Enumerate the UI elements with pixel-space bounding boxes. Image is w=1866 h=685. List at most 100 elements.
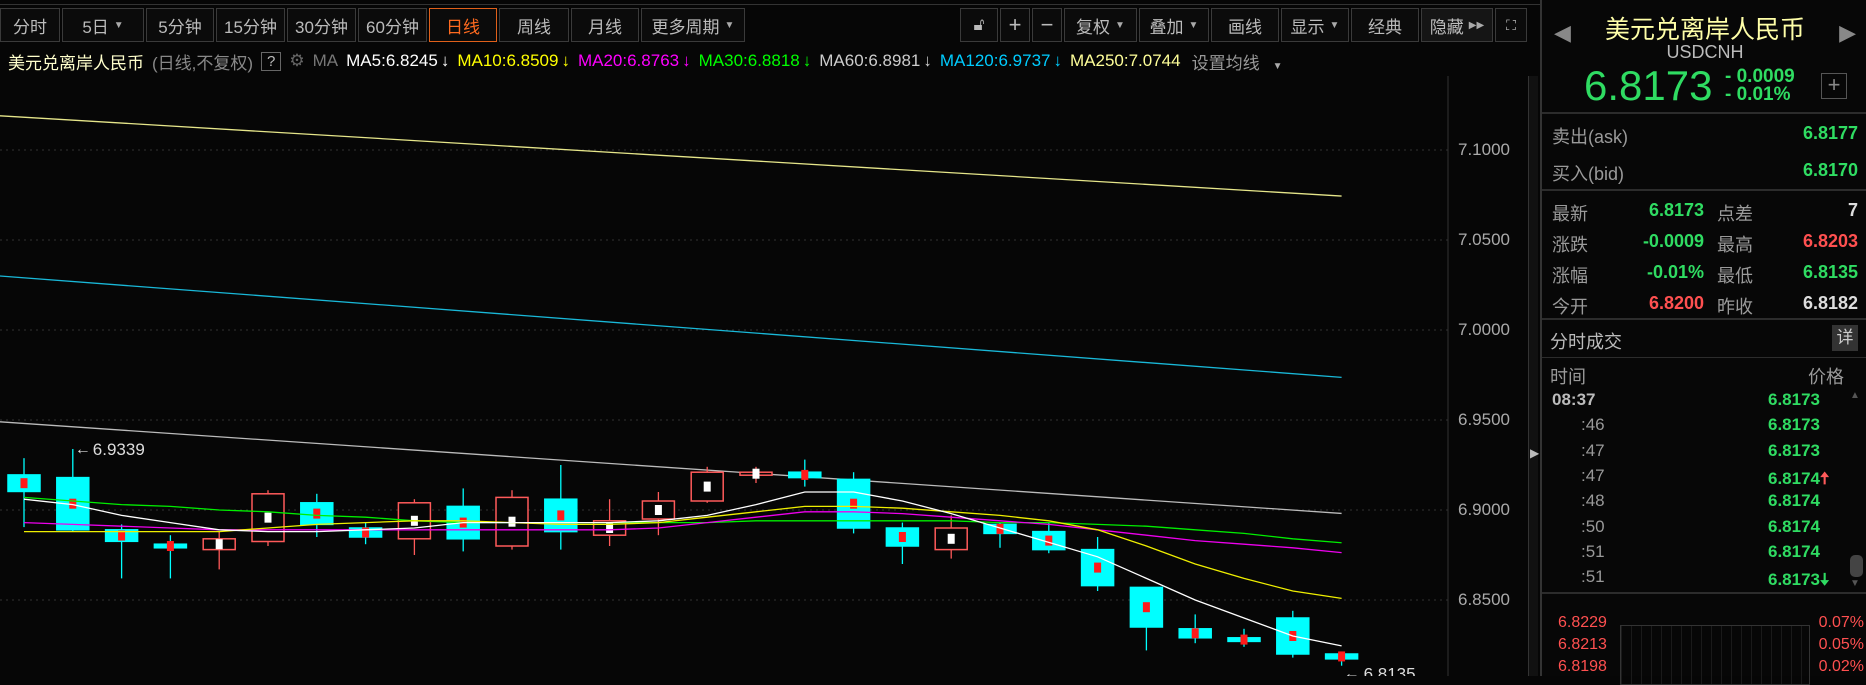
period-tab[interactable]: 月线 [571, 8, 639, 42]
scroll-up-icon[interactable]: ▲ [1850, 390, 1860, 401]
ma-value: MA250:7.0744 [1070, 51, 1184, 71]
ask-label: 卖出(ask) [1552, 127, 1628, 147]
fullscreen-button[interactable]: ⛶ [1495, 8, 1527, 42]
classic-button[interactable]: 经典 [1351, 8, 1419, 42]
double-chevron-right-icon: ▶▶ [1468, 19, 1485, 31]
draw-button[interactable]: 画线 [1211, 8, 1279, 42]
caret-down-icon: ▼ [724, 19, 735, 31]
divider [1542, 357, 1866, 358]
tick-price-value: 6.8174 [1768, 516, 1820, 536]
high-price-label: 6.9339 [93, 440, 145, 459]
caret-down-icon: ▼ [1329, 19, 1340, 31]
tick-time: :51 [1581, 541, 1605, 561]
period-tab[interactable]: 5日 ▼ [62, 8, 144, 42]
period-tab-label: 周线 [517, 17, 551, 37]
candle-marker [1142, 602, 1150, 613]
col-price-header: 价格 [1808, 367, 1844, 387]
lock-button[interactable]: 🔓︎ [960, 8, 998, 42]
ticks-scrollbar[interactable]: ▲ ▼ [1850, 390, 1864, 590]
tick-time: :46 [1581, 415, 1605, 435]
hide-button[interactable]: 隐藏 ▶▶ [1421, 8, 1493, 42]
candle-marker [947, 533, 955, 544]
ma-legend-row: 美元兑离岸人民币 (日线,不复权) ? ⚙ MA MA5:6.8245 ↓ MA10… [8, 48, 1290, 74]
period-tab[interactable]: 周线 [499, 8, 569, 42]
tick-price: 6.8174 [1768, 542, 1820, 562]
period-tab[interactable]: 30分钟 [287, 8, 356, 42]
kline-chart[interactable]: ← 6.9339← 6.8135 [0, 76, 1525, 676]
tick-price: 6.8174 [1768, 517, 1820, 537]
period-tab[interactable]: 日线 [429, 8, 497, 42]
period-tab[interactable]: 60分钟 [358, 8, 427, 42]
price-tick-label: 6.9500 [1458, 410, 1510, 429]
ma-text: MA250:7.0744 [1069, 51, 1181, 70]
last-price: 6.8173 [1584, 62, 1713, 109]
fuquan-dropdown[interactable]: 复权 ▼ [1064, 8, 1137, 42]
down-arrow-icon: ↓ [1053, 51, 1062, 70]
help-button[interactable]: ? [261, 51, 282, 71]
caret-down-icon: ▼ [113, 19, 124, 31]
overlay-label: 叠加 [1149, 17, 1184, 37]
stat-value: -0.01% [1646, 262, 1704, 282]
ma-text: MA60:6.8981 [819, 51, 921, 70]
ma120-line [0, 275, 1342, 378]
candle-marker [1240, 634, 1248, 645]
period-tab[interactable]: 15分钟 [216, 8, 285, 42]
fullscreen-icon: ⛶ [1506, 16, 1516, 33]
candle-marker [362, 527, 370, 538]
scroll-thumb[interactable] [1850, 555, 1863, 577]
ma-value: MA20:6.8763 ↓ [578, 51, 691, 71]
gear-icon[interactable]: ⚙ [289, 51, 304, 71]
ma60-line [0, 421, 1342, 515]
stat-value: 6.8173 [1648, 200, 1704, 220]
detail-button[interactable]: 详 [1832, 325, 1858, 351]
period-tab[interactable]: 分时 [0, 8, 60, 42]
caret-down-icon: ▼ [1272, 60, 1283, 72]
period-tab-label: 30分钟 [295, 17, 348, 37]
tick-time: :47 [1581, 440, 1605, 460]
display-label: 显示 [1290, 17, 1325, 37]
ma-settings-dropdown[interactable]: 设置均线 ▼ [1192, 49, 1291, 74]
bid-label: 买入(bid) [1552, 164, 1625, 184]
candle-marker [850, 498, 858, 509]
chevron-right-icon[interactable]: ▶ [1530, 446, 1539, 460]
scroll-down-icon[interactable]: ▼ [1850, 578, 1860, 589]
add-watchlist-button[interactable]: + [1821, 73, 1847, 99]
zoom-in-button[interactable]: + [1000, 8, 1030, 42]
stat-label: 涨跌 [1552, 235, 1588, 255]
price-change-pct: - 0.01% [1725, 84, 1791, 105]
ma-value: MA5:6.8245 ↓ [346, 51, 449, 71]
low-arrow-icon: ← [1344, 666, 1360, 676]
caret-down-icon: ▼ [1115, 19, 1125, 31]
panel-splitter[interactable]: ▶ [1528, 76, 1539, 676]
ma10-line [24, 505, 1342, 600]
divider [1542, 189, 1866, 191]
period-tab[interactable]: 更多周期 ▼ [641, 8, 745, 42]
ma-label: MA [312, 51, 339, 70]
overlay-dropdown[interactable]: 叠加 ▼ [1139, 8, 1209, 42]
stat-value: 6.8200 [1648, 293, 1704, 313]
stat-label: 点差 [1717, 204, 1753, 224]
period-tab-label: 60分钟 [366, 17, 419, 37]
candle-marker [557, 510, 565, 521]
tick-price: 6.8174 [1768, 491, 1820, 511]
ma-value: MA30:6.8818 ↓ [699, 51, 812, 71]
tick-price-value: 6.8174 [1768, 491, 1820, 511]
period-tab[interactable]: 5分钟 [146, 8, 214, 42]
price-tick-label: 7.0000 [1458, 320, 1510, 339]
candle-marker [166, 541, 174, 551]
candle-marker [215, 539, 223, 550]
down-arrow-icon: ↓ [682, 51, 691, 70]
tick-time: :47 [1581, 465, 1605, 485]
period-tab-label: 更多周期 [651, 17, 720, 37]
zoom-out-button[interactable]: − [1032, 8, 1062, 42]
candle-marker [264, 512, 272, 523]
ma-text: MA20:6.8763 [577, 51, 680, 70]
divider [1542, 318, 1866, 320]
down-arrow-icon: ↓ [923, 51, 932, 70]
price-tick-label: 6.9000 [1458, 500, 1510, 519]
candle-marker [654, 505, 662, 515]
display-dropdown[interactable]: 显示 ▼ [1281, 8, 1349, 42]
divider [1542, 112, 1866, 114]
ticks-title: 分时成交 [1550, 332, 1622, 352]
candle-marker [1045, 535, 1053, 546]
